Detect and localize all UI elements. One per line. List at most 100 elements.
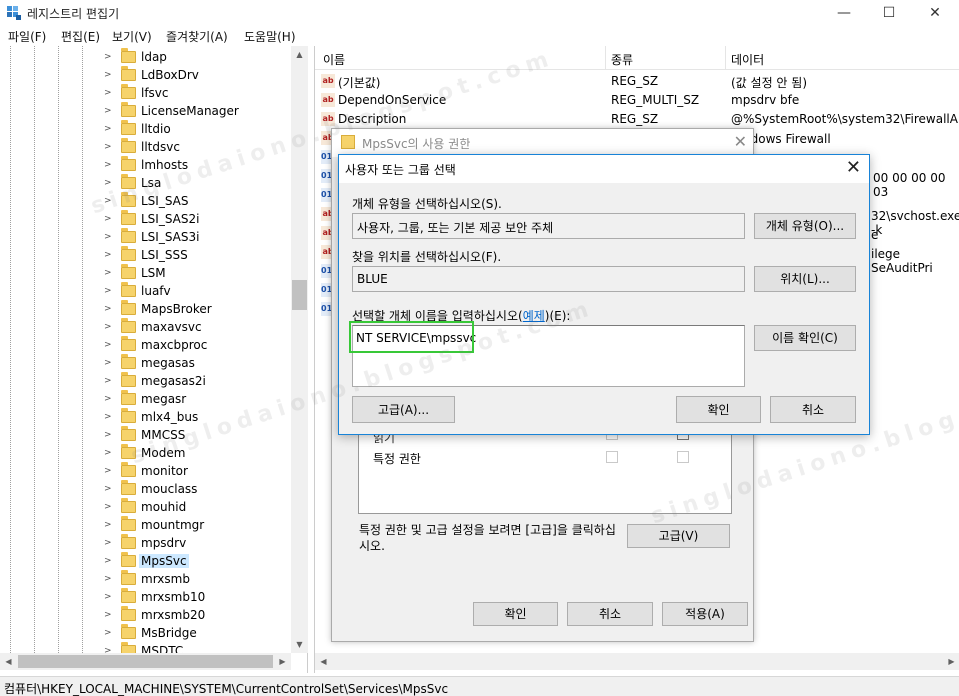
tree-item[interactable]: > LSI_SAS [104, 192, 294, 211]
chevron-right-icon[interactable]: > [104, 592, 114, 602]
select-cancel-button[interactable]: 취소 [770, 396, 856, 423]
permissions-list[interactable]: 읽기 특정 권한 [358, 424, 732, 514]
chevron-right-icon[interactable]: > [104, 106, 114, 116]
scroll-left-icon[interactable]: ◀ [0, 653, 17, 670]
tree-item[interactable]: > megasas2i [104, 372, 294, 391]
tree-item[interactable]: > mlx4_bus [104, 408, 294, 427]
key-tree[interactable]: > ldap > LdBoxDrv > lfsvc > LicenseManager > lltd… [0, 46, 308, 673]
menu-edit[interactable]: 편집(E) [61, 28, 100, 45]
deny-special-checkbox[interactable] [677, 451, 689, 463]
maximize-button[interactable]: ☐ [866, 0, 912, 26]
scroll-up-icon[interactable]: ▲ [291, 46, 308, 63]
chevron-right-icon[interactable]: > [104, 394, 114, 404]
tree-item[interactable]: > mouclass [104, 480, 294, 499]
chevron-right-icon[interactable]: > [104, 178, 114, 188]
tree-item[interactable]: > MMCSS [104, 426, 294, 445]
column-data[interactable]: 데이터 [731, 51, 764, 68]
chevron-right-icon[interactable]: > [104, 466, 114, 476]
select-advanced-button[interactable]: 고급(A)... [352, 396, 455, 423]
tree-item[interactable]: > luafv [104, 282, 294, 301]
tree-item[interactable]: > MapsBroker [104, 300, 294, 319]
tree-item[interactable]: > Lsa [104, 174, 294, 193]
chevron-right-icon[interactable]: > [104, 610, 114, 620]
menu-view[interactable]: 보기(V) [112, 28, 152, 45]
column-type[interactable]: 종류 [611, 51, 633, 68]
chevron-right-icon[interactable]: > [104, 502, 114, 512]
chevron-right-icon[interactable]: > [104, 484, 114, 494]
tree-item[interactable]: > Modem [104, 444, 294, 463]
tree-item[interactable]: > megasas [104, 354, 294, 373]
chevron-right-icon[interactable]: > [104, 376, 114, 386]
select-users-dialog[interactable]: 사용자 또는 그룹 선택 ✕ 개체 유형을 선택하십시오(S). 사용자, 그룹… [338, 154, 870, 435]
object-types-button[interactable]: 개체 유형(O)... [754, 213, 856, 239]
tree-item[interactable]: > ldap [104, 48, 294, 67]
chevron-right-icon[interactable]: > [104, 556, 114, 566]
values-horizontal-scrollbar[interactable]: ◀ ▶ [315, 653, 959, 670]
chevron-right-icon[interactable]: > [104, 430, 114, 440]
chevron-right-icon[interactable]: > [104, 214, 114, 224]
tree-item[interactable]: > mouhid [104, 498, 294, 517]
perm-cancel-button[interactable]: 취소 [567, 602, 653, 626]
menu-help[interactable]: 도움말(H) [244, 28, 296, 45]
tree-item[interactable]: > mountmgr [104, 516, 294, 535]
column-divider[interactable] [725, 46, 726, 70]
select-ok-button[interactable]: 확인 [676, 396, 761, 423]
chevron-right-icon[interactable]: > [104, 250, 114, 260]
chevron-right-icon[interactable]: > [104, 520, 114, 530]
tree-vertical-scrollbar[interactable]: ▲ ▼ [291, 46, 308, 653]
tree-item[interactable]: > lfsvc [104, 84, 294, 103]
chevron-right-icon[interactable]: > [104, 448, 114, 458]
tree-item[interactable]: > LSI_SAS2i [104, 210, 294, 229]
chevron-right-icon[interactable]: > [104, 268, 114, 278]
minimize-button[interactable]: — [821, 0, 867, 26]
tree-item[interactable]: > MpsSvc [104, 552, 294, 571]
value-row[interactable]: ab DependOnService REG_MULTI_SZ mpsdrv b… [315, 91, 959, 110]
chevron-right-icon[interactable]: > [104, 70, 114, 80]
chevron-right-icon[interactable]: > [104, 322, 114, 332]
allow-special-checkbox[interactable] [606, 451, 618, 463]
tree-item[interactable]: > mpsdrv [104, 534, 294, 553]
column-name[interactable]: 이름 [323, 51, 345, 68]
tree-item[interactable]: > lltdio [104, 120, 294, 139]
tree-item[interactable]: > mrxsmb20 [104, 606, 294, 625]
perm-ok-button[interactable]: 확인 [473, 602, 558, 626]
tree-scroll-thumb[interactable] [292, 280, 307, 310]
examples-link[interactable]: 예제 [523, 309, 545, 323]
menu-favorites[interactable]: 즐겨찾기(A) [166, 28, 228, 45]
chevron-right-icon[interactable]: > [104, 574, 114, 584]
perm-apply-button[interactable]: 적용(A) [662, 602, 748, 626]
chevron-right-icon[interactable]: > [104, 52, 114, 62]
tree-item[interactable]: > maxcbproc [104, 336, 294, 355]
tree-item[interactable]: > lltdsvc [104, 138, 294, 157]
tree-item[interactable]: > mrxsmb [104, 570, 294, 589]
chevron-right-icon[interactable]: > [104, 286, 114, 296]
chevron-right-icon[interactable]: > [104, 358, 114, 368]
scroll-right-icon[interactable]: ▶ [274, 653, 291, 670]
value-row[interactable]: ab (기본값) REG_SZ (값 설정 안 됨) [315, 72, 959, 91]
chevron-right-icon[interactable]: > [104, 412, 114, 422]
tree-item[interactable]: > LdBoxDrv [104, 66, 294, 85]
tree-item[interactable]: > mrxsmb10 [104, 588, 294, 607]
value-row[interactable]: ab Description REG_SZ @%SystemRoot%\syst… [315, 110, 959, 129]
scroll-right-icon[interactable]: ▶ [943, 653, 959, 670]
menu-file[interactable]: 파일(F) [8, 28, 46, 45]
locations-button[interactable]: 위치(L)... [754, 266, 856, 292]
tree-item[interactable]: > megasr [104, 390, 294, 409]
perm-advanced-button[interactable]: 고급(V) [627, 524, 730, 548]
close-icon[interactable]: ✕ [734, 132, 747, 151]
tree-item[interactable]: > maxavsvc [104, 318, 294, 337]
tree-item[interactable]: > LSI_SAS3i [104, 228, 294, 247]
tree-item[interactable]: > MsBridge [104, 624, 294, 643]
scroll-down-icon[interactable]: ▼ [291, 636, 308, 653]
tree-item[interactable]: > LSM [104, 264, 294, 283]
check-names-button[interactable]: 이름 확인(C) [754, 325, 856, 351]
chevron-right-icon[interactable]: > [104, 124, 114, 134]
tree-item[interactable]: > LicenseManager [104, 102, 294, 121]
chevron-right-icon[interactable]: > [104, 628, 114, 638]
chevron-right-icon[interactable]: > [104, 232, 114, 242]
chevron-right-icon[interactable]: > [104, 340, 114, 350]
column-divider[interactable] [605, 46, 606, 70]
chevron-right-icon[interactable]: > [104, 160, 114, 170]
chevron-right-icon[interactable]: > [104, 142, 114, 152]
tree-hscroll-thumb[interactable] [18, 655, 273, 668]
